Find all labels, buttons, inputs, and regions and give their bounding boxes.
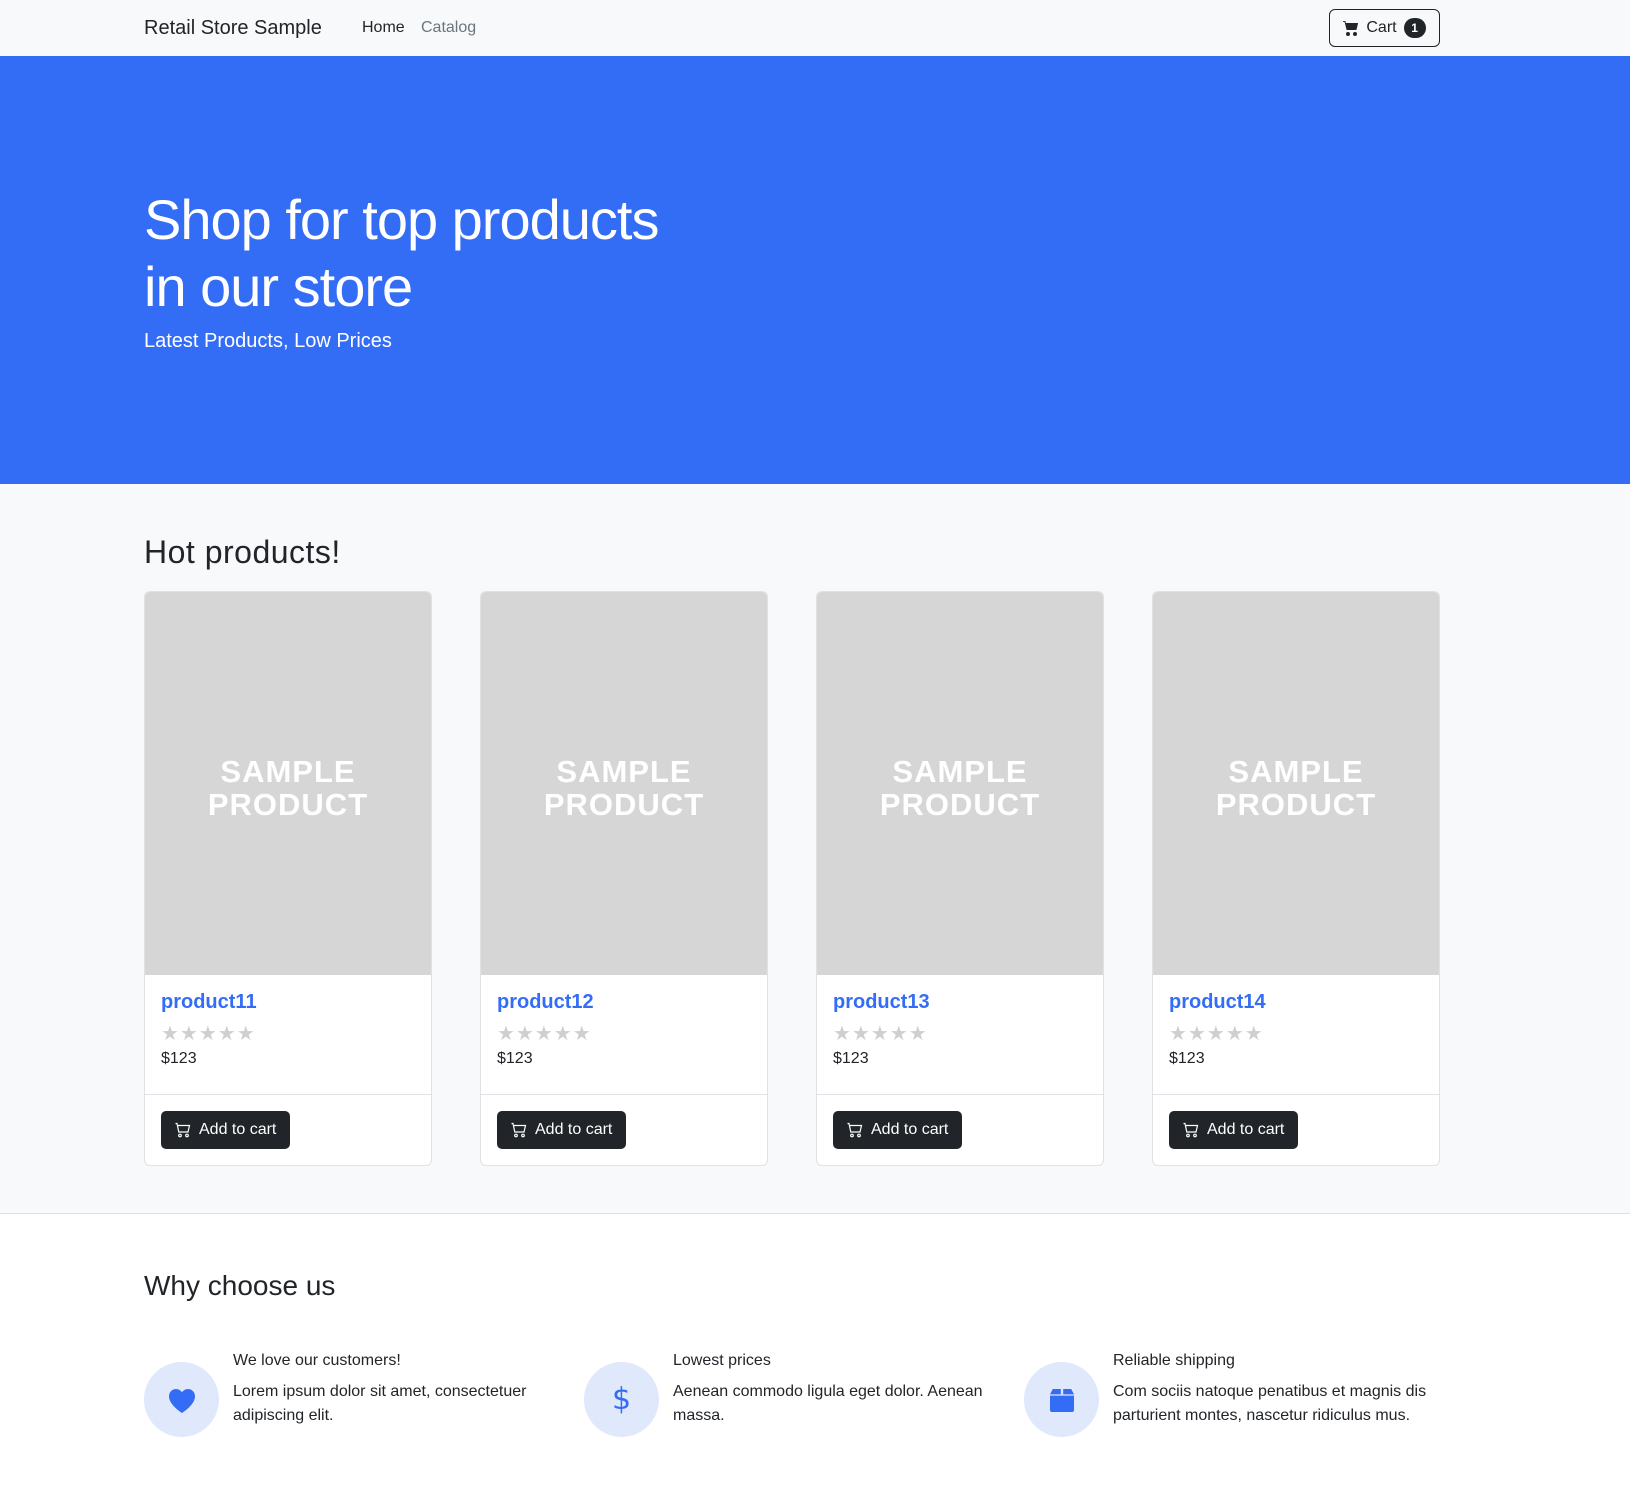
product-price: $123 — [833, 1050, 869, 1067]
add-to-cart-button[interactable]: Add to cart — [497, 1111, 627, 1149]
cart-outline-icon — [847, 1122, 863, 1138]
product-image-placeholder: SAMPLE PRODUCT — [1215, 753, 1377, 822]
section-title: Hot products! — [144, 534, 341, 570]
section-title: Why choose us — [144, 1270, 336, 1301]
box-icon — [1024, 1362, 1099, 1437]
hero-banner: Shop for top products in our store Lates… — [0, 56, 1630, 484]
cart-icon — [1343, 21, 1359, 36]
product-price: $123 — [497, 1050, 533, 1067]
feature-title: We love our customers! — [233, 1352, 401, 1369]
feature-item: We love our customers! Lorem ipsum dolor… — [144, 1352, 554, 1452]
add-to-cart-label: Add to cart — [1207, 1121, 1285, 1138]
add-to-cart-button[interactable]: Add to cart — [1169, 1111, 1299, 1149]
feature-item: Reliable shipping Com sociis natoque pen… — [1024, 1352, 1434, 1452]
cart-outline-icon — [175, 1122, 191, 1138]
feature-text: Lorem ipsum dolor sit amet, consectetuer… — [233, 1383, 527, 1424]
add-to-cart-label: Add to cart — [871, 1121, 949, 1138]
product-image-placeholder: SAMPLE PRODUCT — [543, 753, 705, 822]
cart-outline-icon — [1183, 1122, 1199, 1138]
product-image[interactable]: SAMPLE PRODUCT — [817, 592, 1103, 975]
cart-button[interactable]: Cart 1 — [1329, 9, 1440, 47]
hot-products-section: Hot products! SAMPLE PRODUCT product11 ★… — [0, 484, 1630, 1214]
add-to-cart-label: Add to cart — [535, 1121, 613, 1138]
nav-link-home[interactable]: Home — [362, 19, 405, 37]
product-card: SAMPLE PRODUCT product14 ★★★★★ $123 Add … — [1152, 591, 1440, 1166]
product-image-placeholder: SAMPLE PRODUCT — [207, 753, 369, 822]
dollar-icon: $ — [584, 1362, 659, 1437]
heart-icon — [144, 1362, 219, 1437]
product-image[interactable]: SAMPLE PRODUCT — [1153, 592, 1439, 975]
add-to-cart-button[interactable]: Add to cart — [161, 1111, 291, 1149]
feature-text: Aenean commodo ligula eget dolor. Aenean… — [673, 1383, 983, 1424]
product-card: SAMPLE PRODUCT product12 ★★★★★ $123 Add … — [480, 591, 768, 1166]
product-name-link[interactable]: product14 — [1169, 991, 1423, 1014]
product-price: $123 — [1169, 1050, 1205, 1067]
product-name-link[interactable]: product13 — [833, 991, 1087, 1014]
cart-label: Cart — [1366, 19, 1397, 36]
product-image-placeholder: SAMPLE PRODUCT — [879, 753, 1041, 822]
product-card: SAMPLE PRODUCT product11 ★★★★★ $123 Add … — [144, 591, 432, 1166]
cart-count-badge: 1 — [1403, 18, 1426, 38]
star-rating: ★★★★★ — [1169, 1023, 1264, 1045]
star-rating: ★★★★★ — [497, 1023, 592, 1045]
product-name-link[interactable]: product11 — [161, 991, 415, 1014]
brand-link[interactable]: Retail Store Sample — [144, 17, 322, 40]
nav-link-catalog[interactable]: Catalog — [421, 19, 476, 37]
product-price: $123 — [161, 1050, 197, 1067]
product-name-link[interactable]: product12 — [497, 991, 751, 1014]
product-image[interactable]: SAMPLE PRODUCT — [145, 592, 431, 975]
feature-title: Lowest prices — [673, 1352, 771, 1369]
navbar: Retail Store Sample Home Catalog Cart 1 — [0, 0, 1630, 56]
product-image[interactable]: SAMPLE PRODUCT — [481, 592, 767, 975]
add-to-cart-label: Add to cart — [199, 1121, 277, 1138]
star-rating: ★★★★★ — [161, 1023, 256, 1045]
feature-item: $ Lowest prices Aenean commodo ligula eg… — [584, 1352, 994, 1452]
hero-title: Shop for top products in our store — [144, 188, 659, 318]
add-to-cart-button[interactable]: Add to cart — [833, 1111, 963, 1149]
feature-title: Reliable shipping — [1113, 1352, 1235, 1369]
hero-subtitle: Latest Products, Low Prices — [144, 330, 392, 352]
feature-text: Com sociis natoque penatibus et magnis d… — [1113, 1383, 1427, 1424]
product-card: SAMPLE PRODUCT product13 ★★★★★ $123 Add … — [816, 591, 1104, 1166]
cart-outline-icon — [511, 1122, 527, 1138]
star-rating: ★★★★★ — [833, 1023, 928, 1045]
